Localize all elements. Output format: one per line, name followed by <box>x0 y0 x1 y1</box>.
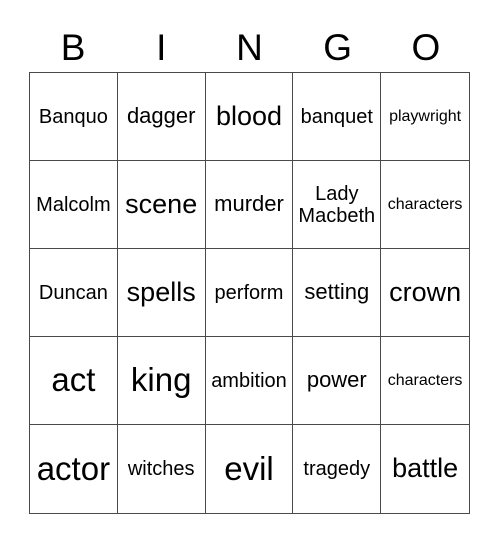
bingo-cell-text: characters <box>387 371 463 389</box>
bingo-cell[interactable]: tragedy <box>293 425 382 513</box>
bingo-cell-text: Lady Macbeth <box>298 182 376 227</box>
bingo-cell[interactable]: king <box>117 337 206 425</box>
bingo-cell-text: tragedy <box>303 458 371 480</box>
bingo-cell[interactable]: dagger <box>117 73 206 161</box>
header-letter-i: I <box>156 27 167 68</box>
bingo-cell[interactable]: characters <box>381 337 469 425</box>
bingo-cell[interactable]: spells <box>117 249 206 337</box>
bingo-cell-text: dagger <box>126 103 196 129</box>
bingo-header: B I N G O <box>29 26 470 70</box>
bingo-cell-text: actor <box>36 449 111 487</box>
bingo-cell-text: king <box>130 361 192 399</box>
bingo-cell-text: power <box>306 367 367 393</box>
bingo-cell-text: evil <box>224 449 274 487</box>
bingo-cell[interactable]: murder <box>205 161 294 249</box>
bingo-cell[interactable]: banquet <box>293 73 382 161</box>
header-letter-o: O <box>411 27 441 68</box>
bingo-cell-text: spells <box>126 276 196 307</box>
bingo-cell[interactable]: scene <box>117 161 206 249</box>
bingo-cell-text: Duncan <box>38 281 108 304</box>
bingo-cell[interactable]: crown <box>381 249 469 337</box>
bingo-cell-text: characters <box>387 195 463 213</box>
bingo-cell-text: scene <box>125 188 198 219</box>
bingo-cell[interactable]: Malcolm <box>30 161 118 249</box>
bingo-cell[interactable]: battle <box>381 425 469 513</box>
bingo-cell-text: battle <box>392 453 459 484</box>
bingo-cell[interactable]: blood <box>205 73 294 161</box>
header-letter-n: N <box>236 27 263 68</box>
bingo-cell-text: act <box>51 361 96 399</box>
bingo-cell-text: murder <box>214 191 284 217</box>
bingo-cell[interactable]: act <box>30 337 118 425</box>
bingo-cell[interactable]: power <box>293 337 382 425</box>
bingo-cell[interactable]: setting <box>293 249 382 337</box>
bingo-cell[interactable]: Duncan <box>30 249 118 337</box>
bingo-cell[interactable]: Lady Macbeth <box>293 161 382 249</box>
bingo-cell[interactable]: characters <box>381 161 469 249</box>
header-letter-b: B <box>60 27 86 68</box>
header-letter-g: G <box>323 27 353 68</box>
bingo-cell-text: banquet <box>300 105 373 128</box>
bingo-cell-text: Malcolm <box>36 193 111 216</box>
bingo-cell-text: ambition <box>211 369 287 392</box>
bingo-cell[interactable]: Banquo <box>30 73 118 161</box>
bingo-cell-text: blood <box>215 100 283 131</box>
bingo-cell[interactable]: evil <box>206 425 294 513</box>
bingo-cell[interactable]: ambition <box>205 337 294 425</box>
bingo-cell[interactable]: actor <box>30 425 118 513</box>
bingo-cell-text: Banquo <box>38 105 108 128</box>
bingo-grid: Banquo dagger blood banquet playwright Malcol… <box>29 72 470 514</box>
bingo-cell[interactable]: witches <box>118 425 206 513</box>
bingo-cell[interactable]: playwright <box>381 73 469 161</box>
bingo-cell-text: perform <box>214 281 284 304</box>
bingo-cell-text: crown <box>389 276 462 307</box>
bingo-cell[interactable]: perform <box>205 249 294 337</box>
bingo-cell-text: playwright <box>389 107 462 125</box>
bingo-cell-text: witches <box>127 458 195 480</box>
bingo-cell-text: setting <box>304 279 370 305</box>
